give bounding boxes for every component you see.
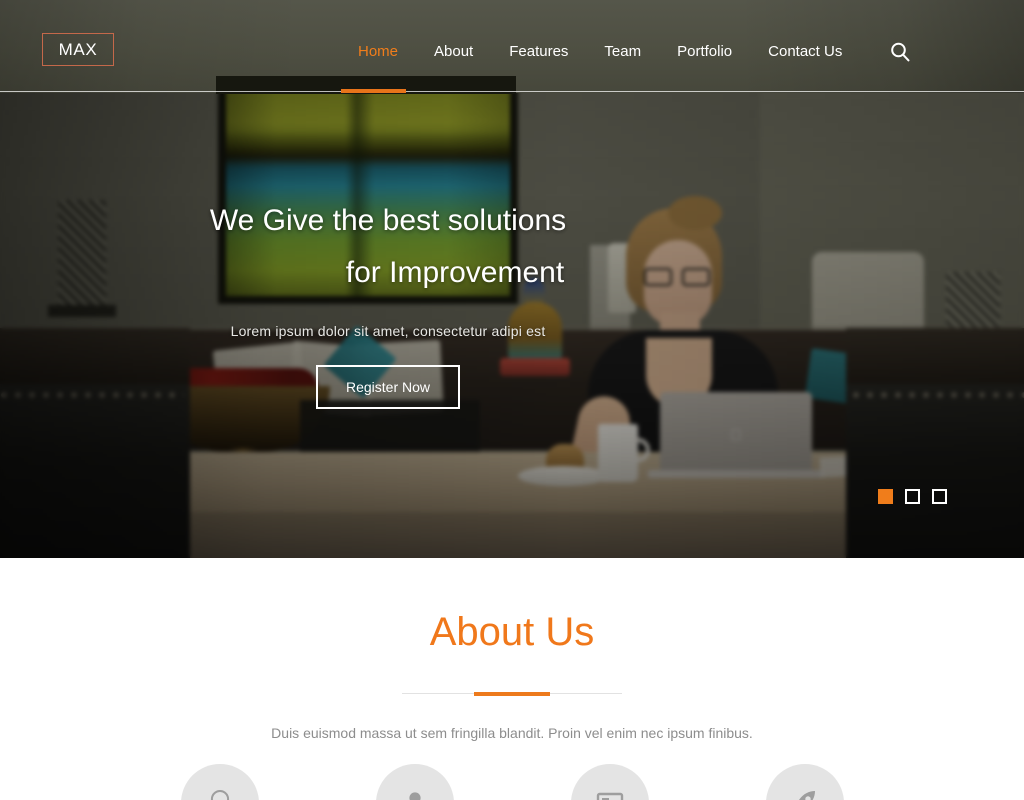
lightbulb-icon	[210, 789, 229, 800]
feature-item-4[interactable]	[765, 764, 844, 800]
header-inner: MAX Home About Features Team Portfolio C…	[0, 0, 1024, 93]
hero-title-line1: We Give the best solutions	[209, 204, 567, 237]
search-button[interactable]	[888, 40, 912, 64]
header-divider-rule	[0, 91, 1024, 92]
nav-item-portfolio[interactable]: Portfolio	[659, 40, 750, 63]
search-icon	[891, 42, 910, 62]
slider-dot-2[interactable]	[905, 489, 920, 504]
feature-item-2[interactable]	[375, 764, 454, 800]
nav-item-about[interactable]: About	[416, 40, 491, 63]
monitor-icon	[596, 792, 623, 800]
feature-item-3[interactable]	[570, 764, 649, 800]
landing-page:  We Give the best solutions for Improve…	[0, 0, 1024, 800]
feature-icons-row	[0, 764, 1024, 800]
logo[interactable]: MAX	[42, 33, 114, 66]
about-divider-mark	[474, 692, 550, 696]
logo-text: MAX	[58, 40, 98, 59]
nav-item-home[interactable]: Home	[340, 40, 416, 63]
slider-dot-3[interactable]	[932, 489, 947, 504]
about-subtitle: Duis euismod massa ut sem fringilla blan…	[271, 725, 753, 741]
user-icon	[408, 792, 421, 800]
hero-subtitle: Lorem ipsum dolor sit amet, consectetur …	[230, 323, 546, 339]
site-header: MAX Home About Features Team Portfolio C…	[0, 0, 1024, 94]
main-navigation: Home About Features Team Portfolio Conta…	[340, 40, 860, 63]
nav-item-team[interactable]: Team	[586, 40, 659, 63]
hero-content: We Give the best solutions for Improveme…	[0, 195, 776, 409]
nav-active-indicator	[341, 89, 406, 93]
hero-slider-indicators	[878, 489, 947, 504]
rocket-icon	[798, 791, 815, 800]
about-divider	[402, 692, 622, 696]
feature-item-1[interactable]	[180, 764, 259, 800]
slider-dot-1[interactable]	[878, 489, 893, 504]
hero-title: We Give the best solutions for Improveme…	[0, 195, 776, 299]
about-title: About Us	[429, 610, 595, 654]
register-now-button[interactable]: Register Now	[316, 365, 460, 409]
nav-item-features[interactable]: Features	[491, 40, 586, 63]
hero-title-line2: for Improvement	[345, 256, 565, 289]
nav-item-contact-us[interactable]: Contact Us	[750, 40, 860, 63]
